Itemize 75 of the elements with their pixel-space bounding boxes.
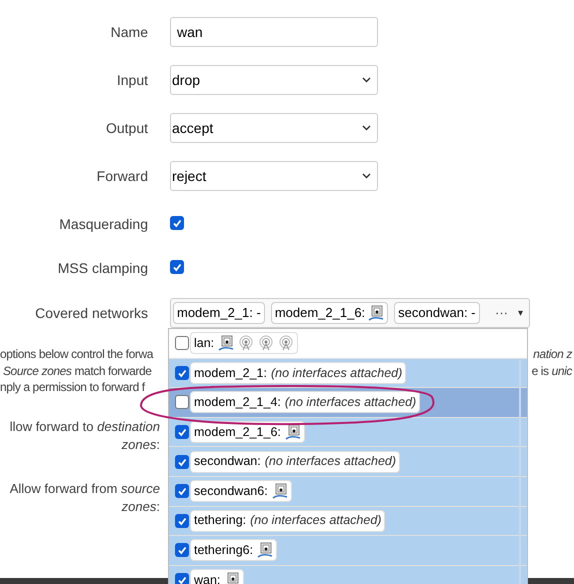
network-chip: secondwan6: — [190, 480, 292, 502]
field-label: Masquerading — [58, 214, 148, 234]
field-label: Forward — [96, 166, 148, 186]
check-icon — [177, 545, 187, 556]
multiselect-field[interactable]: modem_2_1: - modem_2_1_6: secondwan: - ··· ▾ — [170, 298, 530, 328]
checkbox[interactable] — [175, 543, 189, 558]
description-text: nation z — [533, 346, 574, 362]
network-chip: modem_2_1_4: (no interfaces attached) — [190, 391, 420, 414]
field-label: zones: — [122, 436, 160, 454]
checkbox[interactable] — [175, 336, 189, 350]
network-option[interactable]: wan: — [169, 566, 527, 584]
chevron-down-icon — [362, 125, 371, 131]
network-chip: modem_2_1: (no interfaces attached) — [190, 362, 406, 384]
field-label: Covered networks — [34, 304, 148, 322]
check-icon — [172, 218, 182, 228]
checkbox[interactable] — [170, 260, 184, 274]
field-label: zones: — [122, 498, 160, 516]
network-chip: tethering6: — [190, 539, 278, 562]
checkbox[interactable] — [175, 514, 189, 528]
network-chip: secondwan: (no interfaces attached) — [190, 450, 400, 473]
checkbox[interactable] — [170, 216, 184, 230]
network-chip: modem_2_1_6: — [190, 421, 305, 444]
network-option[interactable]: lan: — [169, 329, 527, 359]
check-icon — [177, 516, 187, 526]
checkbox[interactable] — [175, 395, 189, 410]
check-icon — [172, 262, 182, 272]
checkbox[interactable] — [175, 366, 189, 380]
description-text: e is unic — [532, 362, 574, 379]
field-label: Name — [110, 22, 148, 42]
network-chip: lan: — [190, 332, 298, 354]
wireless-icon — [238, 335, 254, 352]
checkbox[interactable] — [175, 454, 189, 469]
network-port-icon — [368, 305, 384, 321]
checkbox[interactable] — [175, 425, 189, 440]
network-port-icon — [272, 483, 288, 500]
network-option[interactable]: modem_2_1_4: (no interfaces attached) — [169, 388, 527, 418]
network-option[interactable]: secondwan: (no interfaces attached) — [169, 447, 527, 477]
field-label: Output — [104, 118, 148, 138]
wireless-icon — [258, 335, 274, 352]
select-field[interactable]: drop — [170, 65, 378, 95]
network-chip: secondwan: - — [394, 302, 480, 324]
network-option[interactable]: secondwan6: — [169, 476, 527, 507]
network-option[interactable]: tethering: (no interfaces attached) — [169, 506, 527, 536]
network-chip: modem_2_1: - — [173, 302, 265, 324]
name-field[interactable]: wan — [170, 17, 378, 47]
network-chip: tethering: (no interfaces attached) — [190, 510, 386, 532]
select-field[interactable]: accept — [170, 113, 378, 143]
network-chip: wan: — [190, 569, 244, 584]
select-field[interactable]: reject — [170, 161, 378, 191]
description-text: nply a permission to forward f — [0, 379, 145, 396]
wireless-icon — [278, 335, 294, 352]
network-port-icon — [218, 335, 234, 352]
chevron-down-icon — [362, 77, 371, 83]
description-text: Source zones match forwarde — [2, 362, 152, 379]
check-icon — [177, 456, 187, 467]
check-icon — [177, 427, 187, 438]
field-label: Allow forward from source — [10, 480, 160, 498]
network-option[interactable]: modem_2_1: (no interfaces attached) — [169, 358, 527, 388]
network-chip: modem_2_1_6: — [270, 302, 388, 324]
chevron-down-icon — [362, 173, 371, 179]
field-label: MSS clamping — [56, 258, 148, 278]
more-indicator: ··· — [495, 304, 508, 322]
network-port-icon — [284, 424, 301, 440]
check-icon — [177, 368, 187, 378]
field-label: llow forward to destination — [10, 418, 160, 436]
check-icon — [177, 575, 187, 584]
check-icon — [177, 486, 187, 496]
description-text: options below control the forwa — [0, 346, 154, 362]
checkbox[interactable] — [175, 573, 189, 584]
network-option[interactable]: modem_2_1_6: — [169, 418, 527, 448]
checkbox[interactable] — [175, 484, 189, 498]
field-label: Input — [116, 70, 148, 90]
network-option[interactable]: tethering6: — [169, 536, 527, 566]
caret-icon: ▾ — [518, 306, 523, 320]
network-port-icon — [257, 542, 274, 558]
